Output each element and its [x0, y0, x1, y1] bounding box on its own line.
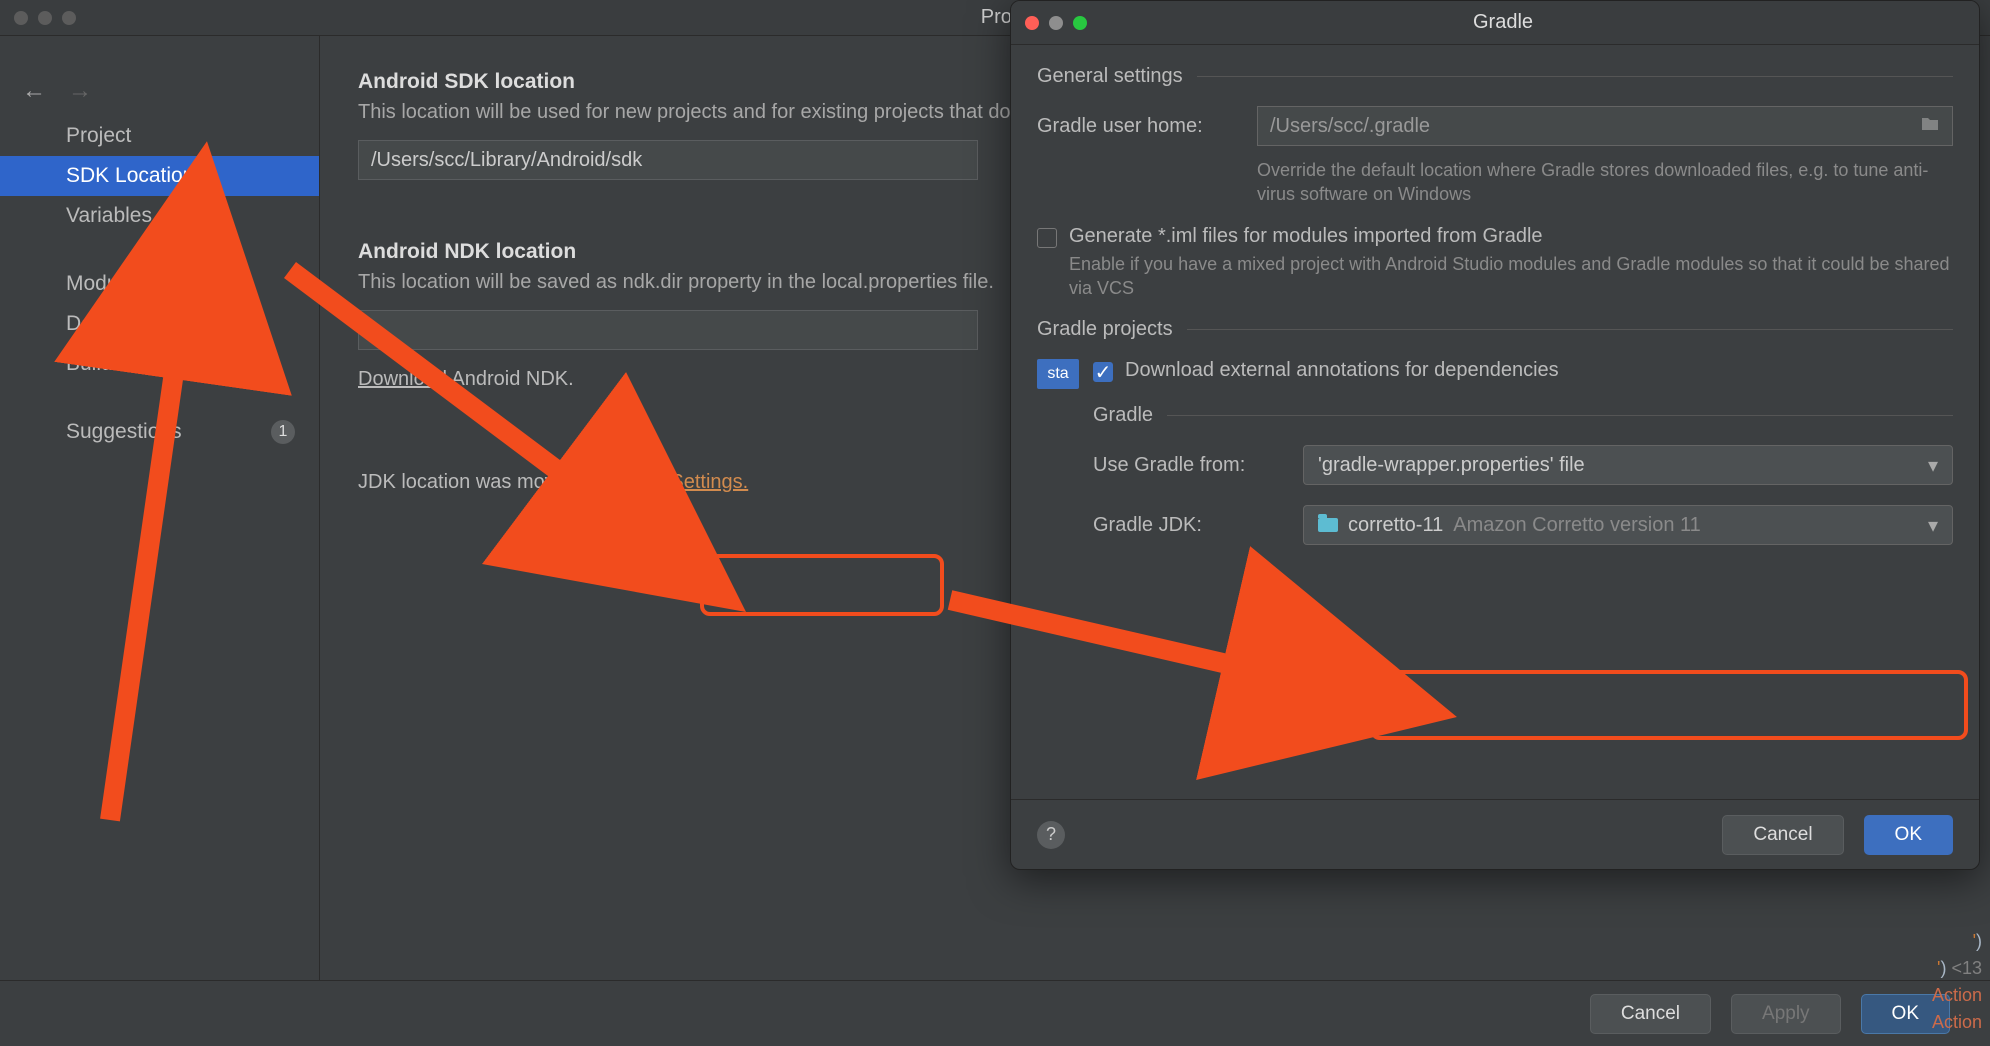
ok-button[interactable]: OK: [1864, 815, 1953, 855]
group-title-label: General settings: [1037, 65, 1183, 88]
apply-button[interactable]: Apply: [1731, 994, 1841, 1034]
sidebar-item-dependencies[interactable]: Dependencies: [0, 304, 319, 344]
sdk-path-value: /Users/scc/Library/Android/sdk: [371, 149, 642, 172]
front-body: General settings Gradle user home: /User…: [1011, 45, 1979, 565]
forward-icon[interactable]: →: [68, 77, 92, 105]
gradle-subheader: Gradle: [1093, 404, 1953, 427]
gradle-jdk-row: Gradle JDK: corretto-11 Amazon Corretto …: [1093, 505, 1953, 545]
gradle-jdk-value: corretto-11: [1348, 514, 1443, 537]
download-annotations-row[interactable]: ✓ Download external annotations for depe…: [1093, 359, 1953, 382]
sidebar-item-label: SDK Location: [66, 164, 194, 188]
folder-icon: [1318, 518, 1338, 532]
sidebar-item-modules[interactable]: Modules: [0, 264, 319, 304]
annotation-highlight: [700, 554, 944, 616]
sidebar-item-label: Project: [66, 124, 131, 148]
traffic-lights-front: [1011, 16, 1087, 30]
gradle-user-home-help: Override the default location where Grad…: [1257, 158, 1953, 207]
sidebar-item-project[interactable]: Project: [0, 116, 319, 156]
sidebar-item-label: Variables: [66, 204, 152, 228]
gradle-user-home-value: /Users/scc/.gradle: [1270, 115, 1430, 138]
gradle-jdk-label: Gradle JDK:: [1093, 514, 1303, 537]
editor-artifact: ') ') <13 Action Action: [1860, 922, 1990, 1046]
cancel-button[interactable]: Cancel: [1590, 994, 1711, 1034]
gradle-settings-link[interactable]: Gradle Settings.: [605, 471, 748, 493]
use-gradle-from-label: Use Gradle from:: [1093, 454, 1303, 477]
project-pill[interactable]: sta: [1037, 359, 1079, 389]
annotation-highlight: [1370, 670, 1968, 740]
sidebar-item-build-variants[interactable]: Build Variants: [0, 344, 319, 384]
checkbox-checked-icon[interactable]: ✓: [1093, 362, 1113, 382]
gradle-jdk-select[interactable]: corretto-11 Amazon Corretto version 11 ▾: [1303, 505, 1953, 545]
gradle-jdk-suffix: Amazon Corretto version 11: [1453, 514, 1701, 537]
chevron-down-icon: ▾: [1928, 453, 1938, 478]
use-gradle-from-row: Use Gradle from: 'gradle-wrapper.propert…: [1093, 445, 1953, 485]
sdk-path-input[interactable]: /Users/scc/Library/Android/sdk: [358, 140, 978, 180]
front-titlebar: Gradle: [1011, 1, 1979, 45]
badge: 1: [271, 420, 295, 444]
generate-iml-label: Generate *.iml files for modules importe…: [1069, 225, 1543, 248]
close-icon[interactable]: [1025, 16, 1039, 30]
ndk-path-input[interactable]: [358, 310, 978, 350]
checkbox-unchecked-icon[interactable]: [1037, 228, 1057, 248]
use-gradle-from-select[interactable]: 'gradle-wrapper.properties' file ▾: [1303, 445, 1953, 485]
sidebar-item-suggestions[interactable]: Suggestions 1: [0, 412, 319, 452]
minimize-icon[interactable]: [1049, 16, 1063, 30]
back-footer: Cancel Apply OK: [0, 980, 1990, 1046]
help-icon[interactable]: ?: [1037, 821, 1065, 849]
download-annotations-label: Download external annotations for depend…: [1125, 359, 1559, 382]
sidebar-item-label: Dependencies: [66, 312, 200, 336]
download-ndk-rest-text: Android NDK.: [451, 368, 573, 390]
download-ndk-link[interactable]: Download: [358, 368, 447, 390]
gradle-user-home-row: Gradle user home: /Users/scc/.gradle: [1037, 106, 1953, 146]
sidebar-item-label: Suggestions: [66, 420, 182, 444]
cancel-button[interactable]: Cancel: [1722, 815, 1843, 855]
gradle-projects-header: Gradle projects: [1037, 318, 1953, 341]
group-title-label: Gradle projects: [1037, 318, 1173, 341]
general-settings-header: General settings: [1037, 65, 1953, 88]
nav-history: ← →: [0, 66, 319, 116]
traffic-lights-back: [0, 11, 76, 25]
front-footer: ? Cancel OK: [1011, 799, 1979, 869]
close-icon[interactable]: [14, 11, 28, 25]
back-icon[interactable]: ←: [22, 77, 46, 105]
sidebar-item-label: Build Variants: [66, 352, 194, 376]
chevron-down-icon: ▾: [1928, 513, 1938, 538]
gradle-user-home-input[interactable]: /Users/scc/.gradle: [1257, 106, 1953, 146]
sidebar-item-sdk-location[interactable]: SDK Location: [0, 156, 319, 196]
window-title: Gradle: [1087, 11, 1979, 34]
sidebar-item-label: Modules: [66, 272, 145, 296]
use-gradle-from-value: 'gradle-wrapper.properties' file: [1318, 454, 1585, 477]
project-selector[interactable]: sta: [1037, 359, 1079, 565]
jdk-moved-prefix: JDK location was moved to: [358, 471, 599, 493]
sidebar: ← → Project SDK Location Variables Modul…: [0, 36, 320, 980]
generate-iml-row[interactable]: Generate *.iml files for modules importe…: [1037, 225, 1953, 248]
zoom-icon[interactable]: [62, 11, 76, 25]
minimize-icon[interactable]: [38, 11, 52, 25]
generate-iml-help: Enable if you have a mixed project with …: [1069, 252, 1953, 301]
zoom-icon[interactable]: [1073, 16, 1087, 30]
browse-icon[interactable]: [1920, 115, 1940, 138]
gradle-user-home-label: Gradle user home:: [1037, 115, 1257, 138]
sidebar-item-variables[interactable]: Variables: [0, 196, 319, 236]
